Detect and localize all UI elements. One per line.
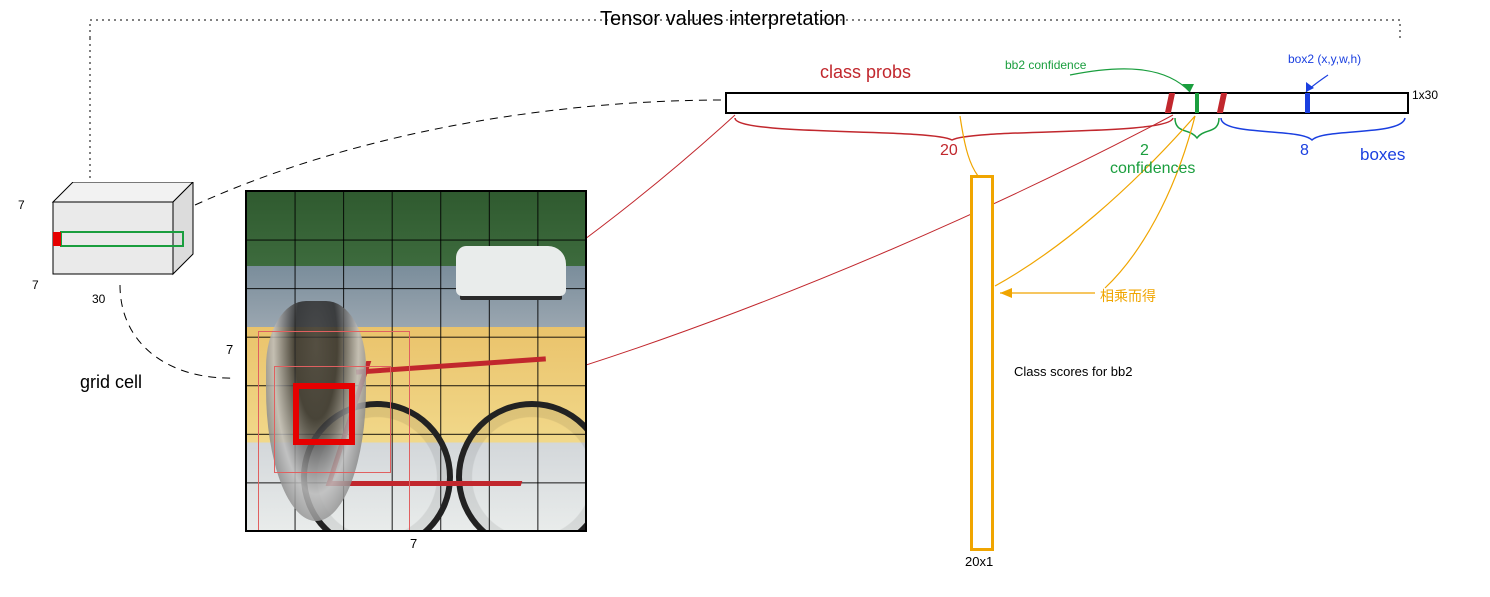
image-axis-w: 7 (410, 536, 417, 551)
class-score-vector (970, 175, 994, 551)
confidences-label: confidences (1110, 160, 1195, 178)
box2-hint: box2 (x,y,w,h) (1288, 52, 1361, 66)
cube-dim-h: 7 (18, 198, 25, 212)
boxes-label: boxes (1360, 145, 1405, 165)
boxes-count: 8 (1300, 142, 1309, 160)
bbox-candidate (258, 331, 410, 532)
scene-bike-frame (356, 356, 546, 374)
mark-classprobs-end (1165, 93, 1175, 113)
cube-dim-d: 30 (92, 292, 105, 306)
class-score-caption: Class scores for bb2 (1014, 364, 1133, 379)
input-image-grid (245, 190, 587, 532)
bb2-confidence-hint: bb2 confidence (1005, 58, 1086, 72)
cube-dim-w: 7 (32, 278, 39, 292)
bbox-candidate (274, 366, 391, 473)
connector-lines (0, 0, 1490, 597)
mark-conf-end (1217, 93, 1227, 113)
tensor-bar-size: 1x30 (1412, 88, 1438, 102)
class-probs-label: class probs (820, 62, 911, 83)
confidences-count: 2 (1140, 142, 1149, 160)
multiply-note: 相乘而得 (1100, 286, 1156, 306)
selected-grid-cell (293, 383, 355, 445)
class-probs-count: 20 (940, 142, 958, 160)
scene-bike-wheel (456, 401, 587, 532)
image-axis-h: 7 (226, 342, 233, 357)
class-score-size: 20x1 (965, 554, 993, 569)
tensor-row-bar (725, 92, 1409, 114)
scene-dog (266, 301, 366, 521)
mark-box2 (1305, 93, 1310, 113)
mark-bb2-conf (1195, 93, 1199, 113)
scene-bike-wheel (301, 401, 453, 532)
output-tensor-cube (35, 182, 185, 282)
scene-car (456, 246, 566, 296)
diagram-stage: Tensor values interpretation (0, 0, 1490, 597)
grid-cell-label: grid cell (80, 372, 142, 393)
diagram-title: Tensor values interpretation (600, 8, 846, 31)
scene-bike-frame (326, 361, 562, 486)
